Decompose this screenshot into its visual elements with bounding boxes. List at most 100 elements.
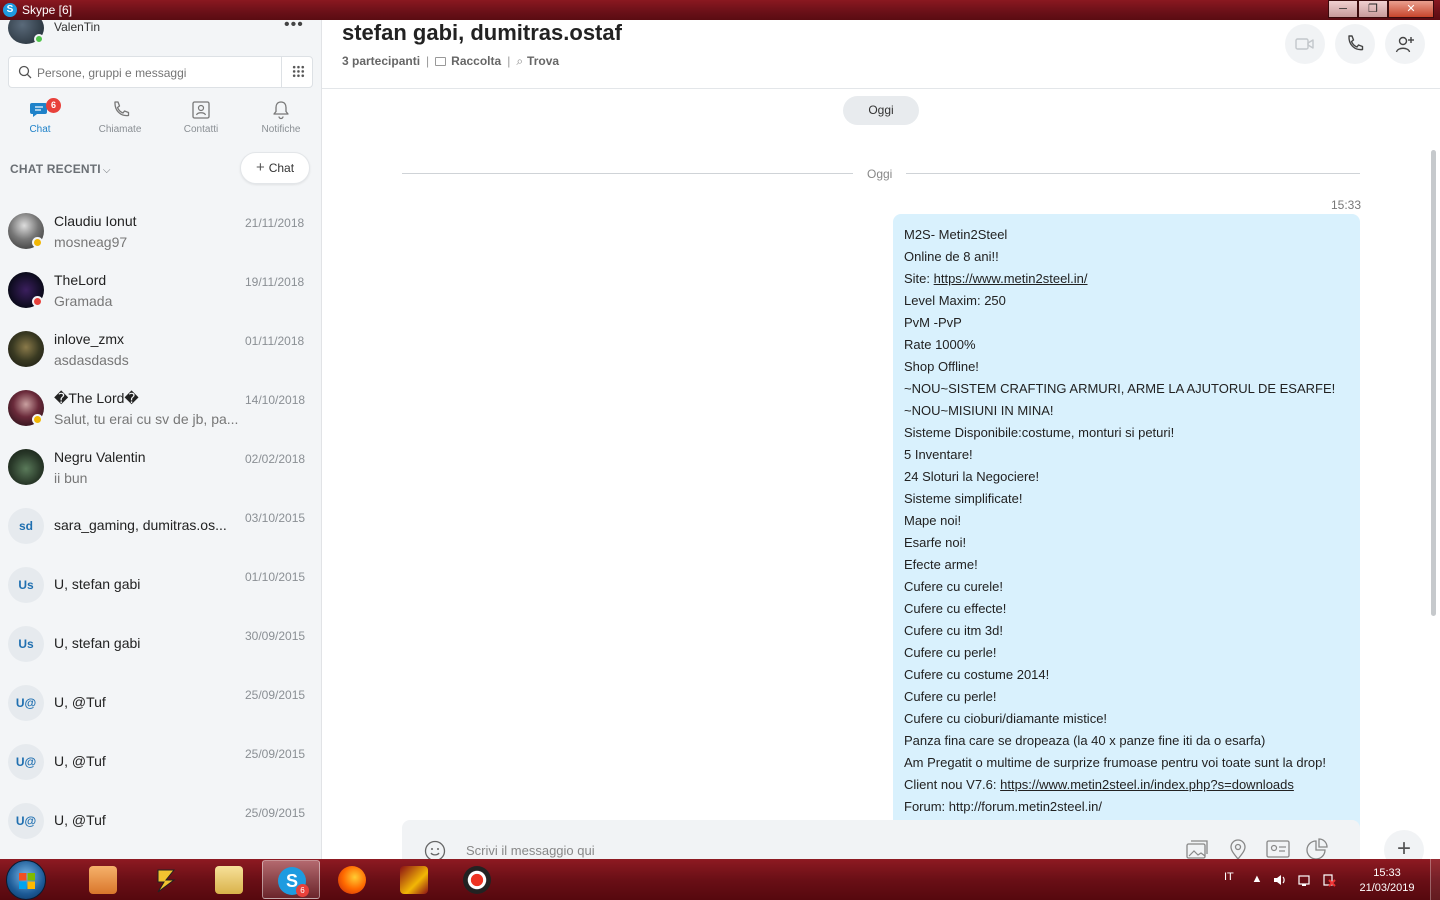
message-line: ~NOU~MISIUNI IN MINA! [904, 403, 1054, 418]
day-separator-line [906, 173, 1360, 174]
tab-notifications-label: Notifiche [261, 124, 301, 135]
show-desktop-button[interactable] [1430, 859, 1440, 900]
new-chat-button[interactable]: + Chat [240, 152, 310, 184]
chat-list-item[interactable]: U@ U, @Tuf 25/09/2015 [0, 733, 321, 792]
profile-name: ValenTin [54, 20, 101, 34]
chat-list-item[interactable]: �The Lord� Salut, tu erai cu sv de jb, p… [0, 379, 321, 438]
video-call-button[interactable] [1285, 24, 1325, 64]
contacts-icon [192, 101, 210, 119]
message-line: Cufere cu costume 2014! [904, 667, 1050, 682]
message-line: Panza fina care se dropeaza (la 40 x pan… [904, 733, 1266, 748]
chat-list-item[interactable]: Us U, stefan gabi 01/10/2015 [0, 556, 321, 615]
group-avatar: Us [8, 567, 44, 603]
network-icon[interactable] [1298, 873, 1312, 887]
chat-last-message: Salut, tu erai cu sv de jb, pa... [54, 411, 239, 427]
maximize-button[interactable]: ❐ [1358, 0, 1388, 18]
conversation-title[interactable]: stefan gabi, dumitras.ostaf [342, 20, 622, 46]
group-avatar: U@ [8, 744, 44, 780]
taskbar-file-explorer[interactable] [200, 860, 258, 899]
emoji-icon[interactable] [424, 840, 446, 859]
chat-list-item[interactable]: TheLord Gramada 19/11/2018 [0, 261, 321, 320]
find-link[interactable]: Trova [527, 54, 559, 68]
audio-call-button[interactable] [1335, 24, 1375, 64]
taskbar-firefox[interactable] [323, 860, 381, 899]
message-line: Sisteme simplificate! [904, 491, 1023, 506]
add-people-button[interactable] [1385, 24, 1425, 64]
message-composer: Scrivi il messaggio qui [402, 820, 1360, 859]
action-center-icon[interactable] [1322, 873, 1336, 887]
message-link[interactable]: https://www.metin2steel.in/index.php?s=d… [1000, 777, 1294, 792]
tab-chat[interactable]: Chat 6 [0, 98, 80, 135]
taskbar-metin2[interactable] [385, 860, 443, 899]
chat-list-item[interactable]: Negru Valentin ii bun 02/02/2018 [0, 438, 321, 497]
window-titlebar: S Skype [6] ─ ❐ ✕ [0, 0, 1440, 20]
media-icon[interactable] [1185, 838, 1211, 859]
message-line: Esarfe noi! [904, 535, 967, 550]
search-icon [18, 65, 32, 79]
message-link[interactable]: https://www.metin2steel.in/ [934, 271, 1088, 286]
chat-date: 25/09/2015 [245, 747, 306, 761]
dialpad-icon [292, 65, 305, 78]
chat-list-item[interactable]: U@ U, @Tuf 25/09/2015 [0, 674, 321, 733]
minimize-button[interactable]: ─ [1328, 0, 1358, 18]
volume-icon[interactable] [1273, 873, 1287, 887]
poll-icon[interactable] [1305, 838, 1329, 859]
chat-last-message: ii bun [54, 470, 88, 486]
chat-name: �The Lord� [54, 390, 139, 406]
chat-name: U, @Tuf [54, 694, 106, 710]
chat-list-item[interactable]: Us U, stefan gabi 30/09/2015 [0, 615, 321, 674]
start-button[interactable] [6, 860, 46, 900]
chat-list-item[interactable]: inlove_zmx asdasdasds 01/11/2018 [0, 320, 321, 379]
taskbar-skype[interactable]: S 6 [262, 860, 320, 899]
message-input[interactable]: Scrivi il messaggio qui [466, 843, 595, 858]
search-input[interactable] [37, 63, 277, 83]
tab-contacts[interactable]: Contatti [161, 98, 241, 135]
taskbar-winamp[interactable] [137, 860, 195, 899]
chat-date: 01/11/2018 [245, 334, 305, 348]
gallery-link[interactable]: Raccolta [451, 54, 501, 68]
winamp-icon [157, 869, 176, 893]
add-content-button[interactable]: + [1384, 830, 1424, 859]
chat-name: TheLord [54, 272, 107, 288]
chevron-down-icon: ⌵ [102, 165, 111, 176]
tab-notifications[interactable]: Notifiche [241, 98, 321, 135]
message-line: 24 Sloturi la Negociere! [904, 469, 1040, 484]
language-indicator[interactable]: IT [1224, 871, 1234, 883]
message-line: Cufere cu itm 3d! [904, 623, 1003, 638]
chat-date: 03/10/2015 [245, 511, 306, 525]
tab-calls[interactable]: Chiamate [80, 98, 160, 135]
participants-link[interactable]: 3 partecipanti [342, 54, 420, 68]
chat-list-item[interactable]: U@ U, @Tuf 25/09/2015 [0, 792, 321, 851]
scrollbar[interactable] [1431, 150, 1436, 616]
chat-last-message: mosneag97 [54, 234, 128, 250]
chat-date: 14/10/2018 [245, 393, 306, 407]
firefox-icon [338, 866, 366, 894]
message-line: ~NOU~SISTEM CRAFTING ARMURI, ARME LA AJU… [904, 381, 1336, 396]
skype-app-icon: S [3, 3, 17, 17]
contact-avatar [8, 331, 44, 367]
show-hidden-icons-arrow[interactable]: ▲ [1250, 873, 1264, 887]
location-icon[interactable] [1228, 838, 1248, 859]
plus-icon: + [255, 159, 265, 176]
chat-name: sara_gaming, dumitras.os... [54, 517, 227, 533]
system-clock[interactable]: 15:33 21/03/2019 [1356, 866, 1418, 896]
chat-date: 30/09/2015 [245, 629, 306, 643]
chat-list-item[interactable]: sd sara_gaming, dumitras.os... 03/10/201… [0, 497, 321, 556]
chat-date: 21/11/2018 [245, 216, 305, 230]
close-button[interactable]: ✕ [1388, 0, 1434, 18]
media-player-icon [89, 866, 117, 894]
taskbar-recorder[interactable] [448, 860, 506, 899]
contact-card-icon[interactable] [1265, 838, 1291, 859]
phone-icon [1348, 35, 1364, 51]
taskbar-media-player[interactable] [74, 860, 132, 899]
chat-list-item[interactable]: Claudiu Ionut mosneag97 21/11/2018 [0, 202, 321, 261]
dialpad-button[interactable] [281, 57, 314, 87]
new-chat-label: Chat [268, 161, 295, 175]
chat-unread-badge: 6 [46, 98, 61, 113]
skype-unread-badge: 6 [296, 884, 309, 897]
more-options-button[interactable]: ••• [284, 20, 304, 34]
date-pill: Oggi [843, 96, 919, 125]
recent-chats-header[interactable]: CHAT RECENTI ⌵ [10, 162, 111, 176]
message-bubble[interactable]: M2S- Metin2Steel Online de 8 ani!! Site: h… [893, 214, 1360, 834]
message-line: Level Maxim: 250 [904, 293, 1006, 308]
